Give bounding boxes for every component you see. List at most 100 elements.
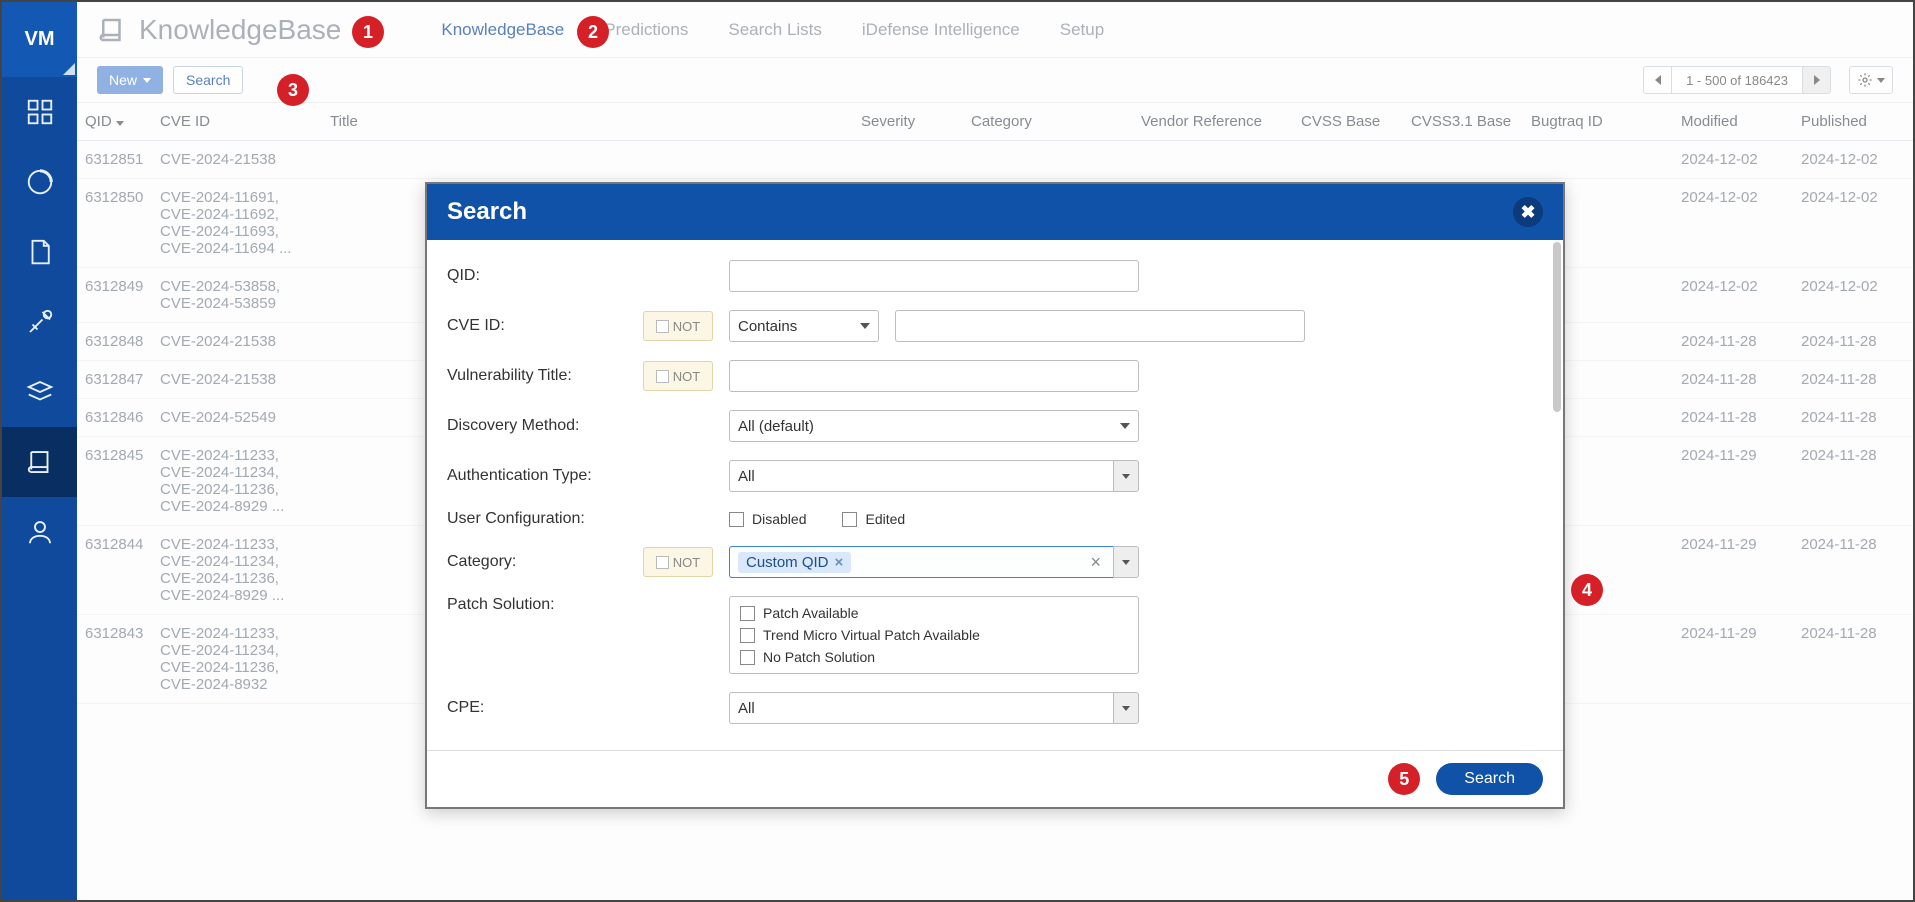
- tab-predictions[interactable]: Predictions: [604, 20, 688, 40]
- badge-4-text: 4: [1582, 580, 1592, 601]
- nav-target[interactable]: [2, 147, 77, 217]
- cell-published: 2024-11-28: [1793, 399, 1913, 437]
- cell-category: [963, 141, 1133, 179]
- col-modified[interactable]: Modified: [1673, 103, 1793, 141]
- nav-knowledgebase[interactable]: [2, 427, 77, 497]
- patch-option[interactable]: No Patch Solution: [740, 649, 1108, 665]
- cell-cve: CVE-2024-11233,CVE-2024-11234,CVE-2024-1…: [152, 437, 322, 526]
- col-qid[interactable]: QID: [77, 103, 152, 141]
- auth-dropdown-button[interactable]: [1113, 460, 1139, 492]
- cell-qid: 6312849: [77, 268, 152, 323]
- cat-select[interactable]: Custom QID × ×: [729, 546, 1113, 578]
- annotation-badge-5: 5: [1388, 763, 1420, 795]
- settings-menu[interactable]: [1849, 66, 1893, 94]
- uc-disabled-text: Disabled: [752, 511, 806, 527]
- tab-setup[interactable]: Setup: [1060, 20, 1104, 40]
- badge-5-text: 5: [1399, 769, 1409, 790]
- cell-qid: 6312844: [77, 526, 152, 615]
- uc-edited-checkbox[interactable]: Edited: [842, 511, 905, 527]
- chevron-down-icon: [1120, 423, 1130, 429]
- cell-cve: CVE-2024-53858,CVE-2024-53859: [152, 268, 322, 323]
- left-rail: VM: [2, 2, 77, 900]
- auth-label: Authentication Type:: [447, 467, 627, 485]
- cve-operator-select[interactable]: Contains: [729, 310, 879, 342]
- patch-option[interactable]: Patch Available: [740, 605, 1108, 621]
- cve-input[interactable]: [895, 310, 1305, 342]
- new-button-label: New: [109, 72, 137, 88]
- cell-cve: CVE-2024-21538: [152, 323, 322, 361]
- nav-layers[interactable]: [2, 357, 77, 427]
- cve-not-toggle[interactable]: NOT: [643, 311, 713, 341]
- col-cvss31[interactable]: CVSS3.1 Base: [1403, 103, 1523, 141]
- col-vendor[interactable]: Vendor Reference: [1133, 103, 1293, 141]
- col-title[interactable]: Title: [322, 103, 853, 141]
- cell-cve: CVE-2024-11691,CVE-2024-11692,CVE-2024-1…: [152, 179, 322, 268]
- vt-input[interactable]: [729, 360, 1139, 392]
- cpe-select[interactable]: All: [729, 692, 1113, 724]
- col-cve[interactable]: CVE ID: [152, 103, 322, 141]
- tab-bar: KnowledgeBase Predictions Search Lists iDef…: [441, 20, 1104, 40]
- modal-header: Search ✖: [427, 184, 1563, 240]
- col-cvss[interactable]: CVSS Base: [1293, 103, 1403, 141]
- table-row[interactable]: 6312851CVE-2024-215382024-12-022024-12-0…: [77, 141, 1913, 179]
- auth-select[interactable]: All: [729, 460, 1113, 492]
- page-title-wrap: KnowledgeBase: [97, 14, 341, 46]
- auth-value: All: [738, 468, 755, 485]
- modal-close-button[interactable]: ✖: [1513, 197, 1543, 227]
- vt-label: Vulnerability Title:: [447, 367, 627, 385]
- tab-idefense-intelligence[interactable]: iDefense Intelligence: [862, 20, 1020, 40]
- pager-prev[interactable]: [1643, 66, 1671, 94]
- col-severity[interactable]: Severity: [853, 103, 963, 141]
- cell-modified: 2024-12-02: [1673, 268, 1793, 323]
- nav-dashboard[interactable]: [2, 77, 77, 147]
- not-text: NOT: [673, 319, 700, 334]
- cat-dropdown-button[interactable]: [1113, 546, 1139, 578]
- chevron-down-icon: [860, 323, 870, 329]
- modal-footer: 5 Search: [427, 750, 1563, 807]
- cell-qid: 6312846: [77, 399, 152, 437]
- dm-select[interactable]: All (default): [729, 410, 1139, 442]
- nav-tools[interactable]: [2, 287, 77, 357]
- annotation-badge-3: 3: [277, 74, 309, 106]
- col-published[interactable]: Published: [1793, 103, 1913, 141]
- modal-search-button[interactable]: Search: [1436, 763, 1543, 795]
- tab-knowledgebase[interactable]: KnowledgeBase: [441, 20, 564, 40]
- cell-modified: 2024-11-29: [1673, 615, 1793, 704]
- patch-option[interactable]: Trend Micro Virtual Patch Available: [740, 627, 1108, 643]
- cve-label: CVE ID:: [447, 317, 627, 335]
- cell-severity: [853, 141, 963, 179]
- qid-input[interactable]: [729, 260, 1139, 292]
- col-bugtraq[interactable]: Bugtraq ID: [1523, 103, 1673, 141]
- cve-operator-value: Contains: [738, 318, 797, 335]
- vt-not-toggle[interactable]: NOT: [643, 361, 713, 391]
- patch-label: Patch Solution:: [447, 596, 627, 614]
- cat-token[interactable]: Custom QID ×: [738, 552, 851, 573]
- dashboard-icon: [25, 97, 55, 127]
- cell-modified: 2024-12-02: [1673, 141, 1793, 179]
- pager-next[interactable]: [1803, 66, 1831, 94]
- new-button[interactable]: New: [97, 66, 163, 94]
- nav-document[interactable]: [2, 217, 77, 287]
- modal-body: QID: CVE ID: NOT Contains: [427, 240, 1563, 750]
- cell-published: 2024-11-28: [1793, 323, 1913, 361]
- dm-label: Discovery Method:: [447, 417, 627, 435]
- cpe-dropdown-button[interactable]: [1113, 692, 1139, 724]
- remove-token-icon[interactable]: ×: [835, 554, 844, 571]
- uc-disabled-checkbox[interactable]: Disabled: [729, 511, 806, 527]
- cell-published: 2024-12-02: [1793, 141, 1913, 179]
- nav-user[interactable]: [2, 497, 77, 567]
- cat-not-toggle[interactable]: NOT: [643, 547, 713, 577]
- search-button[interactable]: Search: [173, 66, 243, 94]
- brand-logo[interactable]: VM: [2, 2, 77, 77]
- cell-published: 2024-11-28: [1793, 437, 1913, 526]
- book-icon: [97, 15, 127, 45]
- tab-search-lists[interactable]: Search Lists: [728, 20, 822, 40]
- scrollbar-thumb[interactable]: [1553, 242, 1561, 412]
- clear-all-icon[interactable]: ×: [1086, 552, 1105, 573]
- tools-icon: [25, 307, 55, 337]
- cell-qid: 6312845: [77, 437, 152, 526]
- col-category[interactable]: Category: [963, 103, 1133, 141]
- cell-published: 2024-12-02: [1793, 179, 1913, 268]
- book-icon: [25, 447, 55, 477]
- chevron-down-icon: [1122, 706, 1130, 711]
